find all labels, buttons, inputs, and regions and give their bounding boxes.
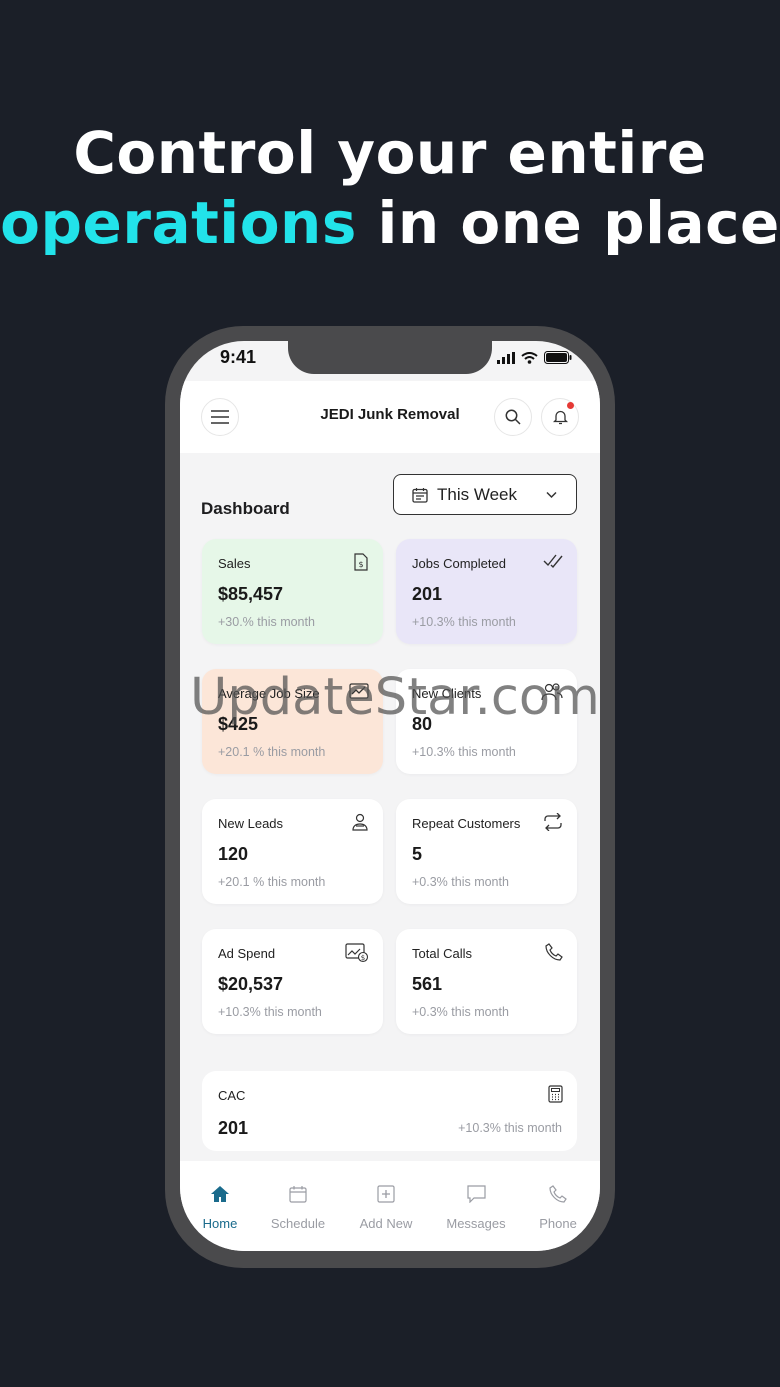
stat-delta: +20.1 % this month	[218, 875, 326, 889]
stat-label: Sales	[218, 556, 251, 571]
home-icon	[211, 1186, 229, 1202]
stat-delta: +10.3% this month	[458, 1121, 562, 1135]
headline-line-2: operations in one place	[0, 188, 780, 258]
tab-phone[interactable]: Phone	[516, 1185, 600, 1231]
stat-value: 201	[412, 584, 443, 604]
phone-icon	[545, 943, 563, 961]
bell-icon	[552, 410, 568, 425]
svg-text:$: $	[361, 954, 365, 962]
phone-frame: 9:41 JEDI Junk Removal Dashboard This We…	[165, 326, 615, 1268]
stat-delta: +20.1 % this month	[218, 745, 326, 759]
dashboard-title: Dashboard	[201, 499, 290, 518]
status-icons	[497, 351, 572, 364]
svg-text:$: $	[358, 560, 363, 569]
headline: Control your entire operations in one pl…	[0, 118, 780, 258]
watermark: UpdateStar.com	[190, 668, 600, 727]
tab-label: Messages	[446, 1216, 506, 1231]
calendar-icon	[289, 1186, 307, 1203]
stat-delta: +0.3% this month	[412, 875, 509, 889]
headline-rest: in one place	[356, 189, 780, 257]
stat-card-jobs-completed[interactable]: Jobs Completed 201 +10.3% this month	[396, 539, 577, 644]
notifications-button[interactable]	[541, 398, 579, 436]
bottom-tab-bar: Home Schedule Add New Messages Phone	[180, 1161, 600, 1251]
tab-label: Phone	[539, 1216, 577, 1231]
stat-delta: +0.3% this month	[412, 1005, 509, 1019]
search-button[interactable]	[494, 398, 532, 436]
stat-label: New Leads	[218, 816, 284, 831]
tab-add-new[interactable]: Add New	[344, 1185, 428, 1231]
stat-label: Ad Spend	[218, 946, 276, 961]
stat-card-cac[interactable]: CAC 201 +10.3% this month	[202, 1071, 577, 1151]
invoice-dollar-icon: $	[354, 553, 368, 571]
stat-label: CAC	[218, 1088, 246, 1103]
tab-home[interactable]: Home	[180, 1185, 262, 1231]
stat-card-sales[interactable]: Sales $85,457 +30.% this month $	[202, 539, 383, 644]
message-icon	[466, 1185, 486, 1204]
period-select[interactable]: This Week	[393, 474, 577, 515]
stat-label: Total Calls	[412, 946, 472, 961]
app-bar: JEDI Junk Removal	[180, 381, 600, 453]
notch	[288, 341, 492, 374]
stat-delta: +10.3% this month	[412, 745, 516, 759]
double-check-icon	[543, 554, 563, 569]
stat-value: 5	[412, 844, 423, 864]
status-time: 9:41	[220, 347, 257, 367]
stat-card-new-leads[interactable]: New Leads 120 +20.1 % this month	[202, 799, 383, 904]
ad-spend-icon: $	[345, 943, 369, 963]
phone-icon	[549, 1185, 567, 1203]
phone-screen: 9:41 JEDI Junk Removal Dashboard This We…	[180, 341, 600, 1251]
stat-value: 561	[412, 974, 443, 994]
period-select-label: This Week	[437, 484, 517, 504]
stat-label: Jobs Completed	[412, 556, 506, 571]
search-icon	[505, 409, 521, 425]
tab-label: Schedule	[270, 1216, 326, 1231]
stat-card-repeat-customers[interactable]: Repeat Customers 5 +0.3% this month	[396, 799, 577, 904]
stat-label: Repeat Customers	[412, 816, 521, 831]
notification-dot	[567, 402, 574, 409]
calculator-icon	[548, 1085, 563, 1103]
stat-delta: +30.% this month	[218, 615, 315, 629]
user-lead-icon	[352, 813, 368, 831]
add-icon	[377, 1185, 395, 1203]
stat-card-total-calls[interactable]: Total Calls 561 +0.3% this month	[396, 929, 577, 1034]
stat-value: 120	[218, 844, 249, 864]
chevron-down-icon	[546, 491, 557, 499]
headline-accent: operations	[0, 189, 357, 257]
battery-icon	[544, 351, 572, 364]
calendar-icon	[412, 487, 428, 503]
stat-delta: +10.3% this month	[218, 1005, 322, 1019]
tab-label: Home	[202, 1216, 238, 1231]
wifi-icon	[521, 351, 538, 364]
signal-icon	[497, 351, 515, 364]
stat-value: 201	[218, 1118, 249, 1138]
tab-schedule[interactable]: Schedule	[256, 1185, 340, 1231]
repeat-icon	[544, 813, 562, 831]
stat-card-ad-spend[interactable]: Ad Spend $20,537 +10.3% this month $	[202, 929, 383, 1034]
headline-line-1: Control your entire	[73, 119, 707, 187]
tab-messages[interactable]: Messages	[434, 1185, 518, 1231]
app-title: JEDI Junk Removal	[320, 406, 460, 423]
tab-label: Add New	[359, 1216, 413, 1231]
stat-value: $85,457	[218, 584, 284, 604]
stat-value: $20,537	[218, 974, 284, 994]
stat-delta: +10.3% this month	[412, 615, 516, 629]
